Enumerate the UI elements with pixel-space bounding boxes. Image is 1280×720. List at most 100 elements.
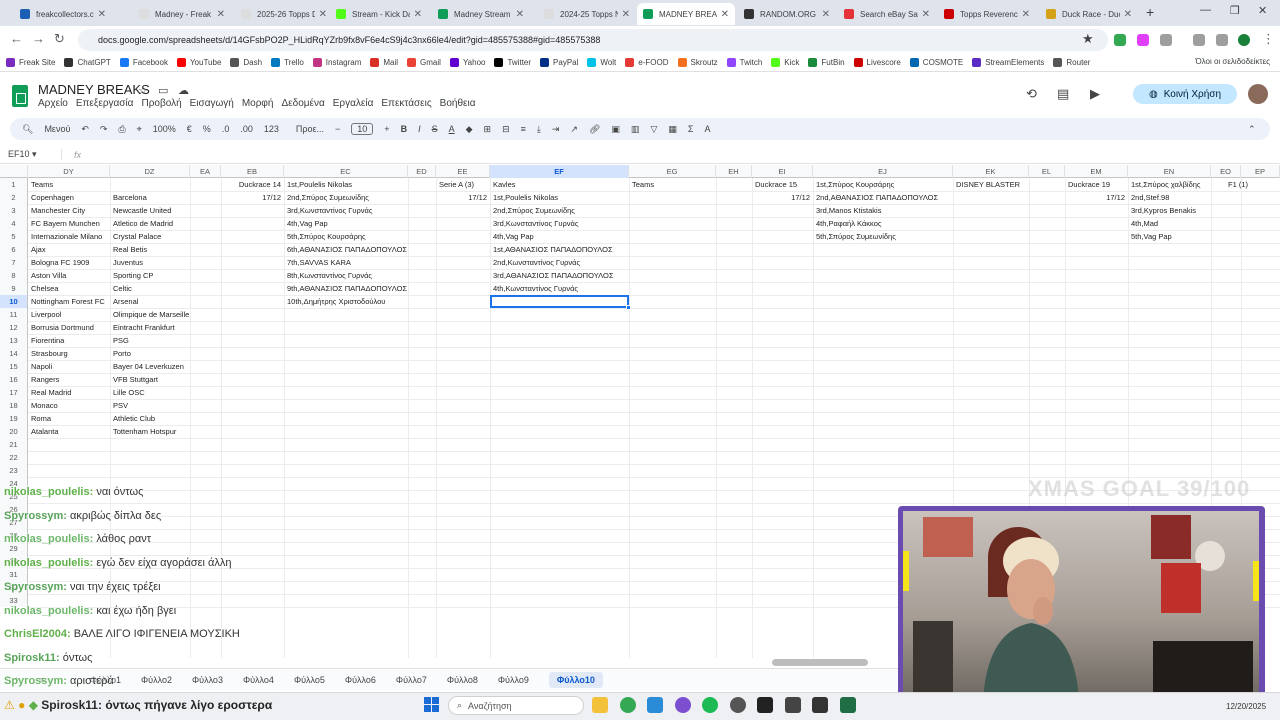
cell[interactable]: Chelsea xyxy=(28,282,112,295)
cell[interactable]: Atletico de Madrid xyxy=(110,217,194,230)
column-header-eb[interactable]: EB xyxy=(221,165,284,178)
decrease-font-size-icon[interactable]: − xyxy=(335,124,340,134)
sheet-tab[interactable]: Φύλλο6 xyxy=(345,675,376,685)
search-menus-icon[interactable]: 🔍︎ xyxy=(22,124,33,135)
bookmark-futbin[interactable]: FutBin xyxy=(808,58,845,67)
cell[interactable]: VFB Stuttgart xyxy=(110,373,194,386)
insert-link-icon[interactable]: 🔗︎ xyxy=(589,124,600,135)
bookmark-star-icon[interactable]: ★ xyxy=(1082,31,1094,47)
cell[interactable]: 3rd,Manos Ktistakis xyxy=(813,204,953,217)
cell[interactable]: 2nd,Σπύρος Συμεωνίδης xyxy=(284,191,434,204)
cell[interactable]: Olimpique de Marseille xyxy=(110,308,194,321)
cell[interactable]: Juventus xyxy=(110,256,194,269)
bookmark-instagram[interactable]: Instagram xyxy=(312,58,361,67)
tab-close-icon[interactable]: ✕ xyxy=(217,9,225,20)
app-icon[interactable] xyxy=(730,697,746,713)
cell[interactable]: Aston Villa xyxy=(28,269,112,282)
cell[interactable]: 1st,Σπύρος χαλβίδης xyxy=(1128,178,1213,191)
bookmark-trello[interactable]: Trello xyxy=(271,58,304,67)
cell[interactable]: Bayer 04 Leverkuzen xyxy=(110,360,194,373)
sheets-logo-icon[interactable] xyxy=(12,85,28,107)
cell[interactable]: Napoli xyxy=(28,360,112,373)
cell[interactable]: 4th,Ραφαήλ Κάκκος xyxy=(813,217,953,230)
cell[interactable]: Duckrace 14 xyxy=(221,178,284,191)
cell[interactable]: Real Madrid xyxy=(28,386,112,399)
cell[interactable]: 17/12 xyxy=(752,191,813,204)
move-folder-icon[interactable]: ▭ xyxy=(158,84,168,97)
tab-close-icon[interactable]: ✕ xyxy=(1124,9,1132,20)
horizontal-scrollbar[interactable] xyxy=(772,659,868,666)
star-icon[interactable]: ☆ xyxy=(138,84,148,97)
column-header-eg[interactable]: EG xyxy=(629,165,716,178)
bookmark-yahoo[interactable]: Yahoo xyxy=(449,58,485,67)
tab-close-icon[interactable]: ✕ xyxy=(721,9,729,20)
browser-tab[interactable]: Madney Stream ✕ xyxy=(432,3,530,25)
browser-tab[interactable]: 2024-25 Topps N ✕ xyxy=(538,3,636,25)
excel-icon[interactable] xyxy=(840,697,856,713)
chrome-icon[interactable] xyxy=(620,697,636,713)
meet-icon[interactable]: ▶ xyxy=(1090,86,1100,102)
cell[interactable]: 6th,ΑΘΑΝΑΣΙΟΣ ΠΑΠΑΔΟΠΟΥΛΟΣ xyxy=(284,243,434,256)
app-icon[interactable] xyxy=(675,697,691,713)
menu-item[interactable]: Επεξεργασία xyxy=(76,98,134,109)
windows-start-icon[interactable] xyxy=(424,697,440,713)
selected-cell[interactable] xyxy=(490,295,629,308)
cell[interactable]: Crystal Palace xyxy=(110,230,194,243)
row-header-17[interactable]: 17 xyxy=(0,386,28,399)
cell[interactable]: Borrusia Dortmund xyxy=(28,321,112,334)
tab-close-icon[interactable]: ✕ xyxy=(319,9,327,20)
row-header-18[interactable]: 18 xyxy=(0,399,28,412)
cell[interactable]: Athletic Club xyxy=(110,412,194,425)
row-header-2[interactable]: 2 xyxy=(0,191,28,204)
cell[interactable]: 4th,Κωνσταντίνος Γυρνάς xyxy=(490,282,640,295)
cell[interactable]: 2nd,Stef.98 xyxy=(1128,191,1213,204)
all-bookmarks[interactable]: Όλοι οι σελιδοδείκτες xyxy=(1195,57,1270,66)
collapse-toolbar-icon[interactable]: ⌃ xyxy=(1248,124,1256,135)
cell[interactable]: F1 (1) xyxy=(1211,178,1251,191)
bookmark-e-food[interactable]: e-FOOD xyxy=(625,58,669,67)
menu-item[interactable]: Εργαλεία xyxy=(333,98,374,109)
row-header-5[interactable]: 5 xyxy=(0,230,28,243)
cell[interactable]: 17/12 xyxy=(221,191,284,204)
browser-tab[interactable]: Search eBay Sale ✕ xyxy=(838,3,936,25)
cell[interactable]: Teams xyxy=(629,178,716,191)
row-header-7[interactable]: 7 xyxy=(0,256,28,269)
bookmark-facebook[interactable]: Facebook xyxy=(119,58,168,67)
sheet-tab[interactable]: Φύλλο5 xyxy=(294,675,325,685)
row-header-3[interactable]: 3 xyxy=(0,204,28,217)
cell[interactable]: 2nd,Κωνσταντίνος Γυρνάς xyxy=(490,256,640,269)
cell[interactable]: Celtic xyxy=(110,282,194,295)
undo-icon[interactable]: ↶ xyxy=(81,124,89,135)
cell[interactable]: 3rd,Κωνσταντίνος Γυρνάς xyxy=(284,204,434,217)
extension-icon[interactable] xyxy=(1114,34,1126,46)
browser-tab[interactable]: Madney - Freak C ✕ xyxy=(133,3,231,25)
cell[interactable]: Newcastle United xyxy=(110,204,194,217)
menu-item[interactable]: Επεκτάσεις xyxy=(381,98,431,109)
cell[interactable]: Lille OSC xyxy=(110,386,194,399)
row-header-1[interactable]: 1 xyxy=(0,178,28,191)
share-button[interactable]: ◍ Κοινή Χρήση xyxy=(1133,84,1237,104)
app-icon[interactable] xyxy=(812,697,828,713)
insert-chart-icon[interactable]: ▥ xyxy=(631,124,640,135)
column-header-ed[interactable]: ED xyxy=(408,165,436,178)
row-header-11[interactable]: 11 xyxy=(0,308,28,321)
cell[interactable]: Internazionale Milano xyxy=(28,230,112,243)
sheet-tab[interactable]: Φύλλο9 xyxy=(498,675,529,685)
cell[interactable]: Barcelona xyxy=(110,191,194,204)
sheet-tab[interactable]: Φύλλο7 xyxy=(396,675,427,685)
tab-close-icon[interactable]: ✕ xyxy=(1022,9,1030,20)
menu-item[interactable]: Εισαγωγή xyxy=(190,98,234,109)
menu-item[interactable]: Αρχείο xyxy=(38,98,68,109)
column-header-dz[interactable]: DZ xyxy=(110,165,190,178)
bookmark-dash[interactable]: Dash xyxy=(230,58,262,67)
row-header-12[interactable]: 12 xyxy=(0,321,28,334)
bookmark-gmail[interactable]: Gmail xyxy=(407,58,441,67)
cell[interactable]: 3rd,Κωνσταντίνος Γυρνάς xyxy=(490,217,640,230)
cell[interactable]: 8th,Κωνσταντίνος Γυρνάς xyxy=(284,269,434,282)
browser-tab[interactable]: Stream - Kick Da ✕ xyxy=(330,3,428,25)
cell[interactable]: 3rd,Kypros Benakis xyxy=(1128,204,1213,217)
cell[interactable]: Serie A (3) xyxy=(436,178,490,191)
bookmark-livescore[interactable]: Livescore xyxy=(853,58,901,67)
profile-icon[interactable] xyxy=(1238,34,1250,46)
cell[interactable]: Duckrace 19 xyxy=(1065,178,1128,191)
